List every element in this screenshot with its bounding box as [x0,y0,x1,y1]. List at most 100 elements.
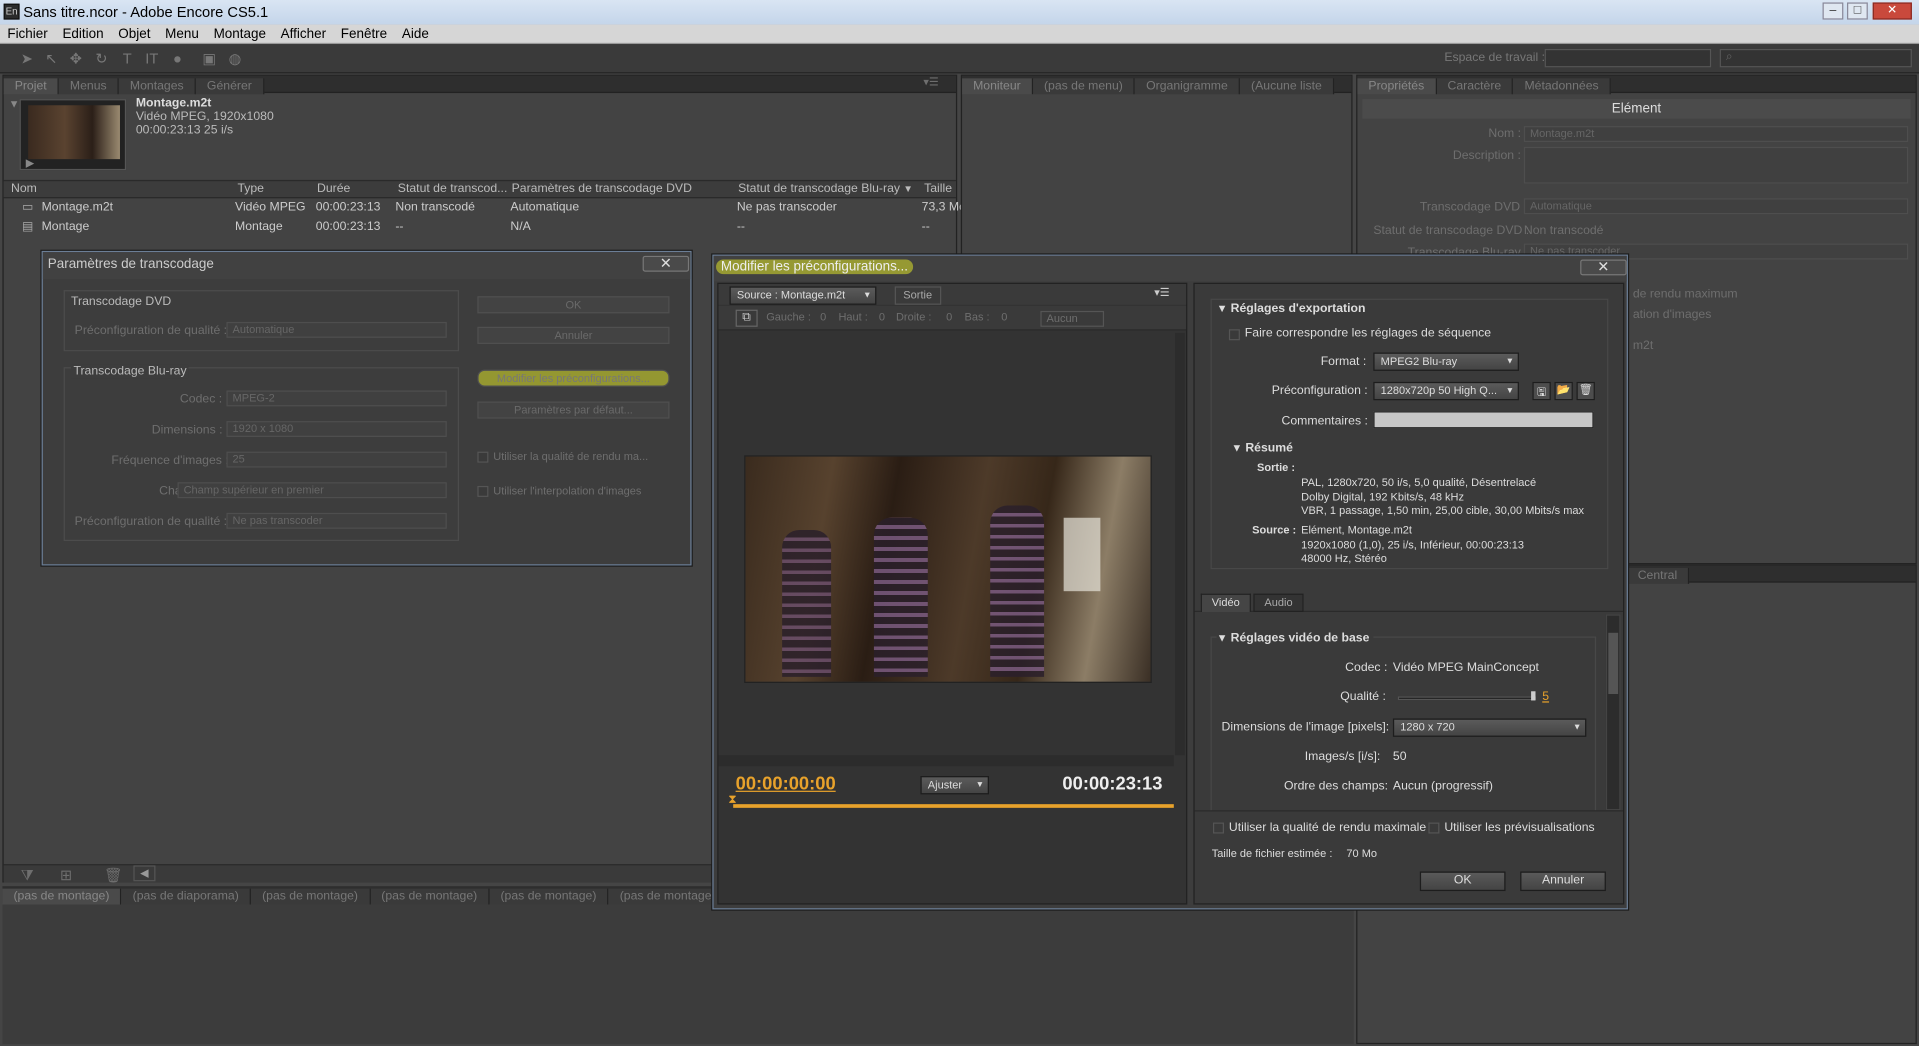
selection-tool-icon[interactable]: ➤ [17,49,37,69]
tab-pas-de-menu[interactable]: (pas de menu) [1032,78,1136,95]
menu-menu[interactable]: Menu [158,26,206,44]
timeline-scrubber[interactable] [733,804,1174,808]
ok-button[interactable]: OK [477,296,670,314]
tab-montage-1[interactable]: (pas de montage) [2,888,122,905]
crop-icon[interactable]: ⧉ [735,309,758,327]
menu-objet[interactable]: Objet [111,26,158,44]
preset-dropdown[interactable]: 1280x720p 50 High Q... [1373,381,1519,401]
summary-header[interactable]: ▼ Résumé [1231,442,1293,455]
description-field[interactable] [1523,146,1909,184]
direct-select-tool-icon[interactable]: ↖ [42,49,62,69]
tab-liste[interactable]: (Aucune liste [1240,78,1335,95]
playhead-icon[interactable]: ⧗ [728,793,737,806]
tab-audio[interactable]: Audio [1253,593,1304,612]
tab-central[interactable]: Central [1626,567,1690,584]
codec-dropdown[interactable]: MPEG-2 [226,390,447,407]
import-preset-icon[interactable]: 📂 [1554,381,1573,401]
source-tab[interactable]: Source : Montage.m2t [729,286,877,305]
tab-montages[interactable]: Montages [118,78,196,95]
tab-organigramme[interactable]: Organigramme [1135,78,1241,95]
col-duree[interactable]: Durée [317,182,350,195]
text-tool-icon[interactable]: T [118,49,138,69]
rotate-tool-icon[interactable]: ↻ [92,49,112,69]
crop-ratio-dropdown[interactable]: Aucun [1040,310,1105,327]
close-icon[interactable]: ✕ [642,255,690,272]
col-type[interactable]: Type [237,182,264,195]
save-preset-icon[interactable]: 🖫 [1532,381,1551,401]
workspace-dropdown[interactable] [1544,48,1712,68]
interp-checkbox[interactable] [477,485,489,497]
crop-left-value[interactable]: 0 [820,311,826,323]
tab-montage-5[interactable]: (pas de montage [608,888,724,905]
tab-metadonnees[interactable]: Métadonnées [1513,78,1611,95]
cancel-button[interactable]: Annuler [477,326,670,344]
maximize-button[interactable]: □ [1847,2,1868,20]
video-basic-header[interactable]: ▼ Réglages vidéo de base [1216,631,1374,646]
scroll-thumb[interactable] [1608,632,1619,695]
crop-bottom-value[interactable]: 0 [1001,311,1007,323]
help-search-input[interactable]: ⌕ [1719,48,1912,68]
tab-caractere[interactable]: Caractère [1436,78,1514,95]
tab-generer[interactable]: Générer [195,78,265,95]
sort-arrow-icon[interactable]: ▼ [903,184,913,195]
build-tool-icon[interactable]: ◍ [225,49,245,69]
new-item-icon[interactable]: ⊞ [60,867,72,884]
tab-video[interactable]: Vidéo [1200,593,1251,612]
cancel-button[interactable]: Annuler [1520,871,1606,892]
tab-montage-2[interactable]: (pas de montage) [251,888,371,905]
dimensions-dropdown[interactable]: 1920 x 1080 [226,421,447,437]
fit-dropdown[interactable]: Ajuster [920,776,989,795]
zoom-tool-icon[interactable]: ● [168,49,188,69]
modify-presets-button[interactable]: Modifier les préconfigurations... [477,369,670,387]
tab-moniteur[interactable]: Moniteur [962,78,1033,95]
close-icon[interactable]: ✕ [1580,259,1627,276]
table-row[interactable]: ▭ Montage.m2t Vidéo MPEG 00:00:23:13 Non… [4,200,966,220]
menu-fenetre[interactable]: Fenêtre [333,26,394,44]
preview-vscroll[interactable] [1175,332,1185,756]
tab-proprietes[interactable]: Propriétés [1357,78,1437,95]
quality-slider-track[interactable] [1397,696,1537,701]
fps-dropdown[interactable]: 25 [226,451,447,468]
quality-value[interactable]: 5 [1542,690,1549,703]
menu-edition[interactable]: Edition [55,26,111,44]
default-params-button[interactable]: Paramètres par défaut... [477,401,670,419]
filter-icon[interactable]: ⧩ [21,867,34,885]
quality-slider-thumb[interactable]: ▮ [1530,689,1537,702]
timecode-start[interactable]: 00:00:00:00 [736,774,836,795]
menu-afficher[interactable]: Afficher [273,26,333,44]
nom-field[interactable]: Montage.m2t [1523,126,1909,142]
export-settings-header[interactable]: ▼ Réglages d'exportation [1217,302,1366,315]
output-tab[interactable]: Sortie [894,286,941,305]
trash-icon[interactable]: 🗑 [104,867,123,884]
col-nom[interactable]: Nom [11,182,37,195]
col-statut-dvd[interactable]: Statut de transcod... [398,182,508,195]
crop-right-value[interactable]: 0 [946,311,952,323]
menu-montage[interactable]: Montage [206,26,273,44]
match-sequence-checkbox[interactable] [1228,329,1240,341]
play-icon[interactable]: ▶ [26,157,34,170]
move-tool-icon[interactable]: ✥ [66,49,86,69]
use-previews-checkbox[interactable] [1428,822,1440,834]
tab-montage-3[interactable]: (pas de montage) [370,888,490,905]
scroll-left-icon[interactable]: ◀ [133,865,156,882]
collapse-triangle-icon[interactable]: ▼ [9,98,20,110]
delete-preset-icon[interactable]: 🗑 [1576,381,1595,401]
panel-menu-icon[interactable]: ▾☰ [923,76,938,89]
col-taille[interactable]: Taille [924,182,952,195]
pane-menu-icon[interactable]: ▾☰ [1154,286,1169,299]
crop-top-value[interactable]: 0 [879,311,885,323]
comments-field[interactable] [1373,411,1594,429]
menu-fichier[interactable]: Fichier [0,26,55,44]
ok-button[interactable]: OK [1419,871,1506,892]
tab-menus[interactable]: Menus [58,78,119,95]
preview-tool-icon[interactable]: ▣ [200,49,220,69]
settings-vscroll[interactable] [1605,614,1621,811]
dvd-transcode-dropdown[interactable]: Automatique [1523,198,1909,215]
table-row[interactable]: ▤ Montage Montage 00:00:23:13 -- N/A -- … [4,219,956,239]
minimize-button[interactable]: – [1822,2,1844,20]
col-params-dvd[interactable]: Paramètres de transcodage DVD [512,182,692,195]
frame-size-dropdown[interactable]: 1280 x 720 [1392,718,1587,737]
menu-aide[interactable]: Aide [395,26,437,44]
max-quality-checkbox[interactable] [477,451,489,463]
preview-hscroll[interactable] [718,755,1174,767]
